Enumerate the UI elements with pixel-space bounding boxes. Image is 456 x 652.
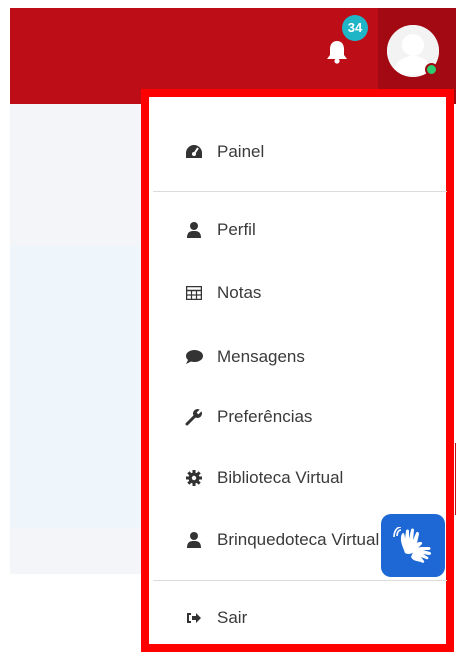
menu-item-label: Biblioteca Virtual [217,468,344,487]
wrench-icon [185,408,203,426]
menu-item-label: Painel [217,142,265,161]
menu-item-notas[interactable]: Notas [185,278,261,308]
page-content-footer [10,528,150,574]
menu-item-preferencias[interactable]: Preferências [185,402,312,432]
comment-icon [185,348,203,366]
menu-item-label: Brinquedoteca Virtual [217,530,380,549]
table-icon [185,284,203,302]
menu-item-perfil[interactable]: Perfil [185,215,256,245]
accessibility-button[interactable] [381,514,445,577]
menu-item-painel[interactable]: Painel [185,137,264,167]
page-content-highlight [10,246,150,528]
dashboard-icon [185,143,203,161]
menu-item-biblioteca-virtual[interactable]: Biblioteca Virtual [185,463,343,493]
page-content-panel [10,104,150,246]
bell-icon [327,41,347,64]
menu-item-label: Mensagens [217,347,305,366]
online-status-dot [425,63,438,76]
user-icon [185,221,203,239]
menu-divider [153,191,447,192]
menu-divider [153,580,447,581]
sign-out-icon [185,609,203,627]
menu-item-label: Perfil [217,220,256,239]
menu-item-label: Sair [217,608,248,627]
notification-count-badge: 34 [342,15,368,41]
notifications-button[interactable] [326,40,348,64]
menu-item-label: Preferências [217,407,313,426]
menu-item-mensagens[interactable]: Mensagens [185,342,305,372]
sign-language-icon [393,526,432,563]
menu-item-label: Notas [217,283,262,302]
gear-icon [185,469,203,487]
menu-item-sair[interactable]: Sair [185,603,247,633]
user-icon [185,531,203,549]
